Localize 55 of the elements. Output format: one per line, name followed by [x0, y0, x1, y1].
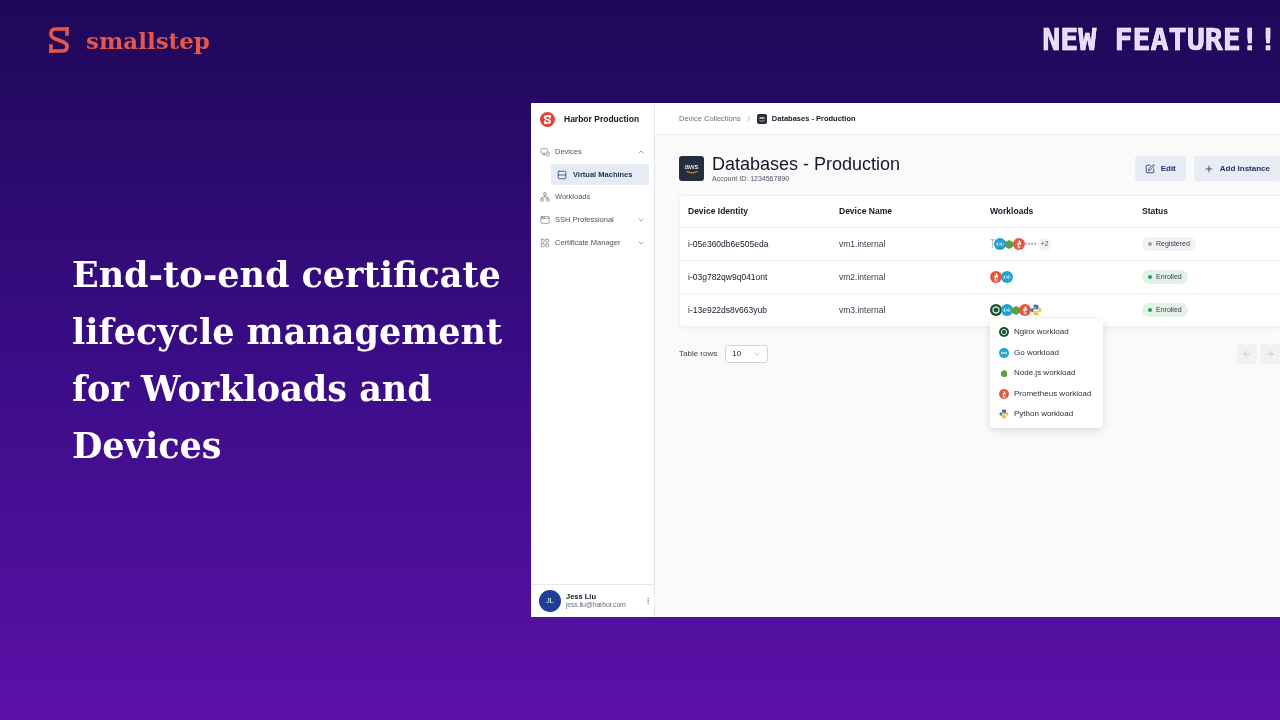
menu-item[interactable]: Prometheus workload [990, 383, 1103, 404]
logo-icon [540, 111, 555, 127]
table-cell: vm1.internal [839, 237, 886, 251]
feature-title: NEW FEATURE!! [1042, 25, 1277, 55]
column-header: Status [1142, 205, 1168, 218]
snakes-icon [1030, 304, 1043, 316]
rows-select[interactable]: 10 [725, 345, 769, 363]
squiggle-icon [990, 239, 996, 249]
table-cell: i-13e922ds8v663yub [688, 303, 767, 317]
face-badge-icon [1001, 271, 1013, 283]
edit-button[interactable]: Edit [1134, 156, 1186, 181]
logo-text: aws [684, 163, 699, 171]
flame-badge-icon [999, 388, 1009, 399]
column-header: Workloads [990, 205, 1034, 218]
headline: End-to-end certificate lifecycle management for Workloads and Devices [72, 253, 504, 468]
menu-item[interactable]: Node.js workload [990, 363, 1103, 384]
window-icon [540, 215, 550, 225]
table-cell: i-05e360db6e505eda [688, 237, 769, 251]
kebab-icon [644, 596, 652, 606]
flame-badge-icon [1012, 238, 1025, 250]
brand-name: smallstep [86, 28, 210, 52]
table-cell: vm3.internal [839, 303, 886, 317]
grid-icon [540, 238, 550, 248]
page-title: Databases - Production [712, 154, 901, 174]
menu-item[interactable]: Nginx workload [990, 322, 1103, 343]
network-icon [540, 192, 550, 202]
rows-label: Table rows [679, 348, 718, 360]
snakes-icon [999, 409, 1009, 420]
arrow-left-icon [1242, 349, 1252, 359]
face-badge-icon [994, 238, 1007, 250]
dots-icon [1023, 242, 1037, 246]
flame-badge-icon [990, 271, 1002, 283]
column-header: Device Identity [688, 205, 748, 218]
hexagon-badge-icon [990, 304, 1002, 316]
add-instance-button[interactable]: Add Instance [1193, 156, 1280, 181]
logo-tile-icon [756, 113, 767, 124]
chevron-down-icon [753, 350, 762, 358]
table-cell: vm2.internal [839, 270, 886, 284]
face-badge-icon [999, 347, 1009, 358]
hexagon-icon [1000, 369, 1008, 377]
hexagon-badge-icon [999, 327, 1009, 338]
table-cell: i-03g782qw9q041ont [688, 270, 768, 284]
arrow-right-icon [1265, 349, 1275, 359]
face-badge-icon [1001, 304, 1013, 316]
server-icon [557, 169, 567, 180]
menu-item[interactable]: Go workload [990, 342, 1103, 363]
flame-badge-icon [1019, 304, 1032, 316]
hexagon-icon [1005, 239, 1014, 249]
edit-icon [1144, 163, 1155, 174]
hexagon-icon [1012, 305, 1021, 315]
plus-icon [1203, 163, 1214, 174]
menu-item[interactable]: Python workload [990, 404, 1103, 425]
org-name: Harbor Production [564, 112, 640, 126]
column-header: Device Name [839, 205, 892, 218]
monitor-phone-icon [540, 147, 550, 157]
